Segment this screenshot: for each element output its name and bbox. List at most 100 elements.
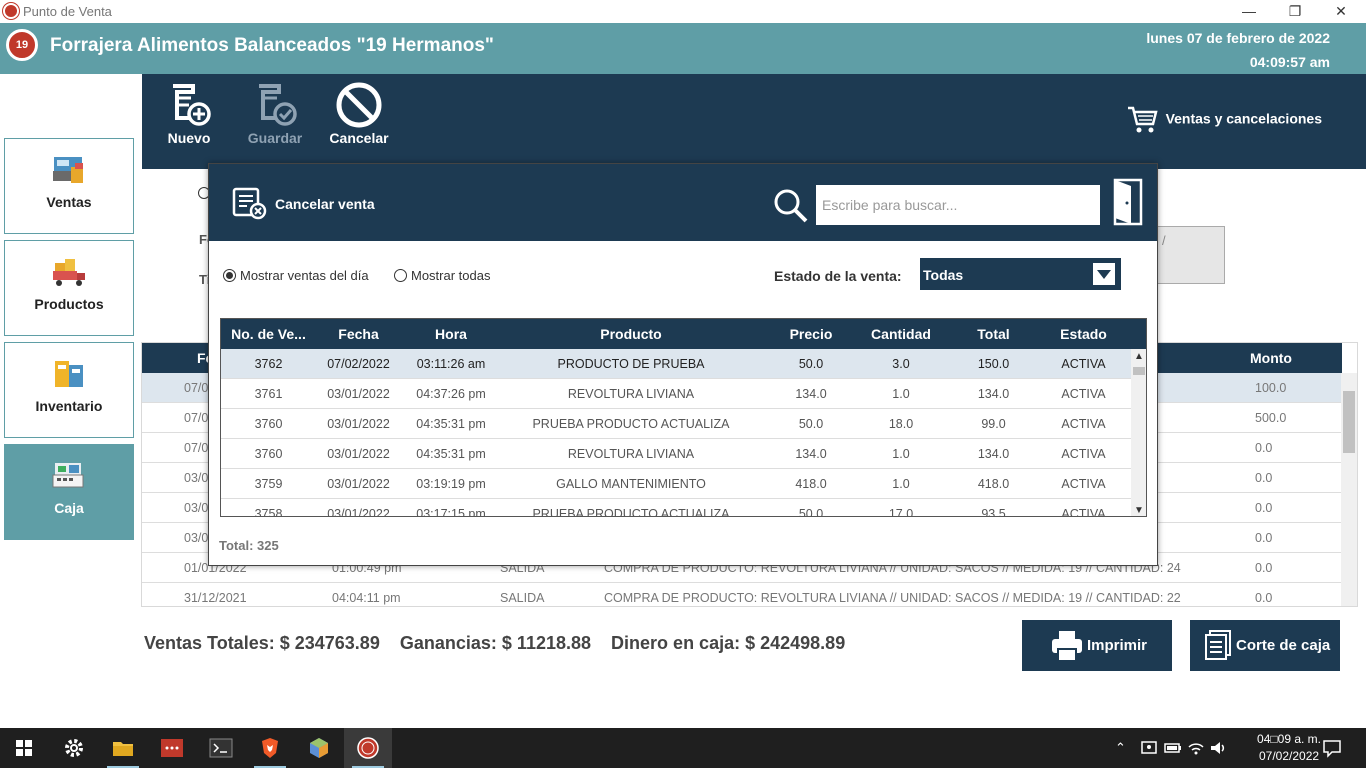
venta-cell-producto: PRODUCTO DE PRUEBA <box>557 357 705 371</box>
guardar-button[interactable]: Guardar <box>240 82 310 146</box>
bg-table-scrollbar[interactable] <box>1341 373 1357 606</box>
cancelar-button[interactable]: Cancelar <box>324 82 394 146</box>
taskbar-app-red[interactable] <box>148 728 196 768</box>
sidebar-item-caja[interactable]: Caja <box>4 444 134 540</box>
battery-icon[interactable] <box>1164 739 1182 757</box>
taskbar-terminal[interactable] <box>197 728 245 768</box>
volume-icon[interactable] <box>1209 739 1227 757</box>
taskbar-punto-venta[interactable] <box>344 728 392 768</box>
main-toolbar: Nuevo Guardar Cancelar Ventas y cancelac… <box>142 74 1366 169</box>
estado-venta-select[interactable]: Todas <box>920 258 1121 290</box>
bg-cell-monto: 0.0 <box>1255 471 1273 485</box>
start-button[interactable] <box>0 728 48 768</box>
col-total[interactable]: Total <box>941 326 1046 342</box>
venta-cell-fecha: 07/02/2022 <box>327 357 390 371</box>
radio-ventas-dia[interactable]: Mostrar ventas del día <box>223 268 369 283</box>
ventas-table-header: No. de Ve... Fecha Hora Producto Precio … <box>221 319 1146 349</box>
col-hora[interactable]: Hora <box>401 326 501 342</box>
taskbar-virtualbox[interactable] <box>295 728 343 768</box>
sidebar-label-inventario: Inventario <box>35 398 103 414</box>
col-fecha[interactable]: Fecha <box>316 326 401 342</box>
windows-logo-icon <box>16 740 32 756</box>
taskbar-brave[interactable] <box>246 728 294 768</box>
app-icon <box>3 3 19 19</box>
venta-cell-no: 3758 <box>254 507 283 517</box>
search-icon[interactable] <box>773 188 809 224</box>
venta-cell-estado: ACTIVA <box>1061 357 1106 371</box>
venta-row[interactable]: 3761 03/01/2022 04:37:26 pm REVOLTURA LIVIA… <box>221 379 1131 409</box>
bg-cell-monto: 0.0 <box>1255 531 1273 545</box>
bg-cell-fecha: 03/0 <box>184 501 209 515</box>
store-logo: 19 <box>6 29 38 61</box>
sidebar-item-ventas[interactable]: Ventas <box>4 138 134 234</box>
venta-row[interactable]: 3758 03/01/2022 03:17:15 pm PRUEBA PRODUCTO… <box>221 499 1131 517</box>
bg-cell-tipo: SALIDA <box>500 591 545 605</box>
cube-icon <box>310 738 328 758</box>
new-document-icon <box>173 84 211 126</box>
bg-cell-monto: 0.0 <box>1255 561 1273 575</box>
imprimir-button[interactable]: Imprimir <box>1022 620 1172 671</box>
search-input[interactable] <box>816 185 1100 225</box>
venta-cell-fecha: 03/01/2022 <box>327 417 390 431</box>
venta-cell-hora: 03:19:19 pm <box>416 477 486 491</box>
bg-cell-monto: 0.0 <box>1255 441 1273 455</box>
dialog-title: Cancelar venta <box>275 196 375 212</box>
totals-bar: Ventas Totales: $ 234763.89 Ganancias: $… <box>144 633 845 654</box>
col-estado[interactable]: Estado <box>1046 326 1121 342</box>
ventas-table-scrollbar[interactable]: ▲ ▼ <box>1131 349 1146 516</box>
maximize-button[interactable]: ❐ <box>1272 0 1318 23</box>
window-titlebar: Punto de Venta — ❐ ✕ <box>0 0 1366 23</box>
taskbar-explorer[interactable] <box>99 728 147 768</box>
radio-ventas-dia-dot[interactable] <box>223 269 236 282</box>
col-producto[interactable]: Producto <box>501 326 761 342</box>
venta-cell-no: 3760 <box>254 417 283 431</box>
gear-icon <box>65 739 83 757</box>
venta-cell-total: 99.0 <box>981 417 1006 431</box>
sidebar-item-inventario[interactable]: Inventario <box>4 342 134 438</box>
venta-row[interactable]: 3760 03/01/2022 04:35:31 pm REVOLTURA LIVIA… <box>221 439 1131 469</box>
bg-date-field[interactable]: / <box>1155 226 1225 284</box>
bg-cell-monto: 0.0 <box>1255 501 1273 515</box>
radio-mostrar-todas[interactable]: Mostrar todas <box>394 268 490 283</box>
taskbar-clock[interactable]: 04□09 a. m. 07/02/2022 <box>1257 731 1321 765</box>
chevron-down-icon[interactable] <box>1093 263 1115 285</box>
venta-cell-estado: ACTIVA <box>1061 447 1106 461</box>
bg-cell-hora: 04:04:11 pm <box>332 591 401 605</box>
minimize-button[interactable]: — <box>1226 0 1272 23</box>
app-header: 19 Forrajera Alimentos Balanceados "19 H… <box>0 23 1366 74</box>
sidebar-item-productos[interactable]: Productos <box>4 240 134 336</box>
tray-chevron-up-icon[interactable]: ⌃ <box>1115 740 1126 756</box>
col-no-venta[interactable]: No. de Ve... <box>221 326 316 342</box>
wifi-icon[interactable] <box>1187 739 1205 757</box>
guardar-label: Guardar <box>247 130 303 146</box>
radio-ventas-dia-label: Mostrar ventas del día <box>240 268 369 283</box>
brave-browser-icon <box>262 738 278 758</box>
nuevo-button[interactable]: Nuevo <box>154 82 224 146</box>
col-cantidad[interactable]: Cantidad <box>861 326 941 342</box>
bg-cell-monto: 0.0 <box>1255 591 1273 605</box>
venta-cell-cantidad: 18.0 <box>888 417 914 431</box>
ventas-cancelaciones-link[interactable]: Ventas y cancelaciones <box>1126 104 1322 136</box>
venta-row[interactable]: 3762 07/02/2022 03:11:26 am PRODUCTO DE PRU… <box>221 349 1131 379</box>
save-document-icon <box>259 84 297 126</box>
venta-row[interactable]: 3760 03/01/2022 04:35:31 pm PRUEBA PRODUCTO… <box>221 409 1131 439</box>
boxes-icon <box>55 361 83 387</box>
venta-cell-producto: GALLO MANTENIMIENTO <box>556 477 706 491</box>
cancel-sale-icon <box>232 187 267 220</box>
close-button[interactable]: ✕ <box>1318 0 1364 23</box>
truck-icon <box>53 259 85 286</box>
venta-cell-hora: 03:11:26 am <box>416 357 486 371</box>
corte-caja-button[interactable]: Corte de caja <box>1190 620 1340 671</box>
venta-row[interactable]: 3759 03/01/2022 03:19:19 pm GALLO MANTENIMI… <box>221 469 1131 499</box>
col-precio[interactable]: Precio <box>761 326 861 342</box>
exit-door-icon[interactable] <box>1111 177 1143 227</box>
bg-table-row[interactable]: 31/12/2021 04:04:11 pm SALIDA COMPRA DE PRO… <box>142 583 1342 606</box>
bg-cell-fecha: 03/0 <box>184 471 209 485</box>
bg-col-monto: Monto <box>1250 350 1292 366</box>
radio-mostrar-todas-dot[interactable] <box>394 269 407 282</box>
venta-cell-precio: 50.0 <box>798 357 824 371</box>
bg-cell-fecha: 07/0 <box>184 411 209 425</box>
notifications-icon[interactable] <box>1322 738 1342 758</box>
taskbar-settings[interactable] <box>50 728 98 768</box>
tray-device-icon[interactable] <box>1140 739 1158 757</box>
